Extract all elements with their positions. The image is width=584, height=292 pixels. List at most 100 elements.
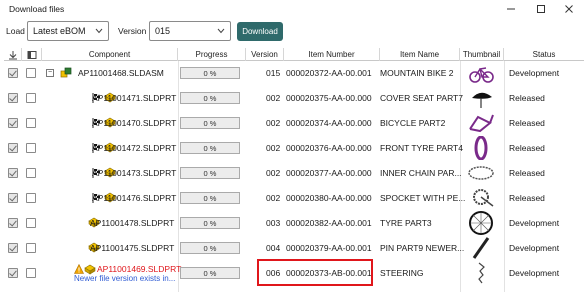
select-checkbox[interactable]	[26, 268, 36, 278]
component-name[interactable]: AP11001468.SLDASM	[78, 68, 164, 78]
download-button[interactable]: Download	[237, 22, 283, 41]
load-label: Load	[6, 26, 25, 36]
item-number-value: 000020382-AA-00.001	[286, 218, 372, 228]
select-checkbox[interactable]	[26, 143, 36, 153]
files-grid: Component Progress Version Item Number I…	[4, 48, 584, 292]
maximize-button[interactable]	[526, 1, 556, 17]
download-checkbox[interactable]	[8, 68, 18, 78]
table-row[interactable]: AP11001470.SLDPRT 0 % 002 000020374-AA-00.0…	[4, 111, 584, 136]
component-name[interactable]: AP11001478.SLDPRT	[90, 218, 174, 228]
download-checkbox[interactable]	[8, 193, 18, 203]
header-status[interactable]: Status	[504, 48, 584, 61]
header-component[interactable]: Component	[42, 48, 178, 61]
status-value: Released	[509, 193, 545, 203]
download-checkbox[interactable]	[8, 218, 18, 228]
progress-text: 0 %	[203, 118, 217, 128]
component-name[interactable]: AP11001471.SLDPRT	[92, 93, 176, 103]
select-checkbox[interactable]	[26, 193, 36, 203]
component-name[interactable]: AP11001469.SLDPRT	[97, 264, 181, 274]
table-row[interactable]: − AP11001468.SLDASM 0 % 015 000020372-AA-00.…	[4, 61, 584, 86]
download-checkbox[interactable]	[8, 243, 18, 253]
item-number-value: 000020375-AA-00.000	[286, 93, 372, 103]
table-row[interactable]: AP11001471.SLDPRT 0 % 002 000020375-AA-00.0…	[4, 86, 584, 111]
panel-icon	[27, 50, 36, 59]
assembly-icon	[60, 67, 72, 78]
header-view-col[interactable]	[22, 48, 42, 61]
maximize-icon	[537, 5, 545, 13]
item-name-value: FRONT TYRE PART4	[380, 143, 463, 153]
item-name-value: MOUNTAIN BIKE 2	[380, 68, 454, 78]
version-value: 002	[266, 143, 281, 153]
component-name[interactable]: AP11001470.SLDPRT	[92, 118, 176, 128]
progress-bar: 0 %	[180, 117, 240, 129]
header-progress[interactable]: Progress	[178, 48, 246, 61]
warning-icon	[74, 264, 84, 274]
component-name[interactable]: AP11001475.SLDPRT	[90, 243, 174, 253]
progress-text: 0 %	[203, 243, 217, 253]
download-checkbox[interactable]	[8, 118, 18, 128]
header-item-name[interactable]: Item Name	[380, 48, 460, 61]
header-version[interactable]: Version	[246, 48, 284, 61]
component-name[interactable]: AP11001472.SLDPRT	[92, 143, 176, 153]
chevron-down-icon	[95, 28, 103, 34]
item-number-value: 000020377-AA-00.000	[286, 168, 372, 178]
download-checkbox[interactable]	[8, 93, 18, 103]
header-item-number[interactable]: Item Number	[284, 48, 380, 61]
item-name-value: BICYCLE PART2	[380, 118, 446, 128]
highlight-box	[257, 259, 373, 286]
download-checkbox[interactable]	[8, 143, 18, 153]
seat-thumbnail	[466, 86, 496, 110]
progress-bar: 0 %	[180, 67, 240, 79]
close-button[interactable]	[554, 1, 584, 17]
component-name[interactable]: AP11001473.SLDPRT	[92, 168, 176, 178]
select-checkbox[interactable]	[26, 218, 36, 228]
chevron-down-icon	[217, 28, 225, 34]
table-row[interactable]: AP11001472.SLDPRT 0 % 002 000020376-AA-00.0…	[4, 135, 584, 161]
table-row[interactable]: AP11001473.SLDPRT 0 % 002 000020377-AA-00.0…	[4, 161, 584, 186]
status-value: Development	[509, 268, 560, 278]
item-name-value: INNER CHAIN PAR...	[380, 168, 462, 178]
select-checkbox[interactable]	[26, 93, 36, 103]
steering-thumbnail	[466, 261, 496, 285]
component-name[interactable]: AP11001476.SLDPRT	[92, 193, 176, 203]
table-row[interactable]: AP11001476.SLDPRT 0 % 002 000020380-AA-00.0…	[4, 186, 584, 211]
progress-bar: 0 %	[180, 242, 240, 254]
wheel-thumbnail	[466, 211, 496, 235]
version-value: 002	[266, 193, 281, 203]
status-value: Development	[509, 218, 560, 228]
header-download-col[interactable]	[4, 48, 22, 61]
download-checkbox[interactable]	[8, 268, 18, 278]
minimize-button[interactable]	[496, 1, 526, 17]
item-number-value: 000020379-AA-00.001	[286, 243, 372, 253]
load-select-value: Latest eBOM	[33, 26, 86, 36]
newer-version-warning[interactable]: Newer file version exists in...	[74, 274, 175, 283]
progress-text: 0 %	[203, 93, 217, 103]
tyre-thumbnail	[466, 135, 496, 161]
progress-bar: 0 %	[180, 267, 240, 279]
select-checkbox[interactable]	[26, 68, 36, 78]
progress-bar: 0 %	[180, 167, 240, 179]
frame-thumbnail	[466, 111, 496, 135]
sprocket-thumbnail	[466, 186, 496, 210]
header-thumbnail[interactable]: Thumbnail	[460, 48, 504, 61]
version-value: 002	[266, 168, 281, 178]
download-checkbox[interactable]	[8, 168, 18, 178]
table-row[interactable]: AP11001475.SLDPRT 0 % 004 000020379-AA-00.0…	[4, 236, 584, 261]
select-checkbox[interactable]	[26, 243, 36, 253]
progress-bar: 0 %	[180, 217, 240, 229]
collapse-toggle[interactable]: −	[46, 69, 54, 77]
toolbar: Load Latest eBOM Version 015 Download	[0, 21, 584, 43]
status-value: Released	[509, 143, 545, 153]
item-name-value: PIN PART9 NEWER...	[380, 243, 465, 253]
status-value: Released	[509, 168, 545, 178]
load-select[interactable]: Latest eBOM	[27, 21, 109, 41]
item-number-value: 000020376-AA-00.000	[286, 143, 372, 153]
table-row[interactable]: AP11001478.SLDPRT 0 % 003 000020382-AA-00.0…	[4, 211, 584, 236]
version-select[interactable]: 015	[149, 21, 231, 41]
select-checkbox[interactable]	[26, 118, 36, 128]
close-icon	[565, 5, 573, 13]
progress-bar: 0 %	[180, 142, 240, 154]
status-value: Development	[509, 243, 560, 253]
select-checkbox[interactable]	[26, 168, 36, 178]
download-icon	[8, 50, 17, 59]
